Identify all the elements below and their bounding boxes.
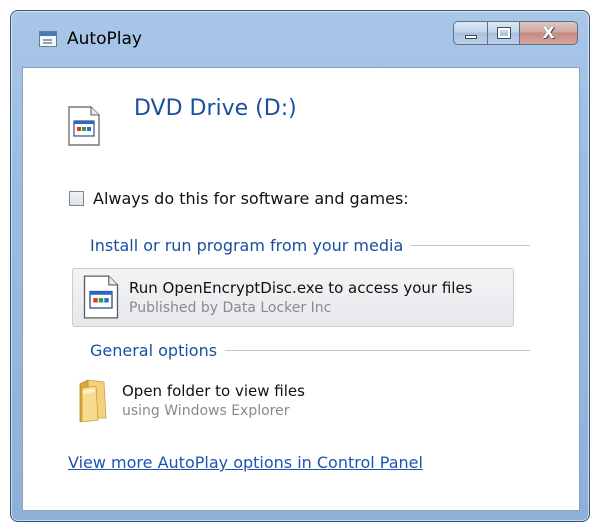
option-subtitle: using Windows Explorer	[122, 403, 290, 419]
option-text: Run OpenEncryptDisc.exe to access your f…	[129, 278, 473, 318]
section-header-install: Install or run program from your media	[90, 236, 530, 255]
section-header-general: General options	[90, 341, 530, 360]
option-subtitle: Published by Data Locker Inc	[129, 300, 332, 316]
maximize-button[interactable]	[488, 21, 520, 45]
close-icon: X	[542, 23, 555, 42]
window-title: AutoPlay	[67, 29, 142, 49]
option-title: Open folder to view files	[122, 382, 305, 400]
title-bar[interactable]: AutoPlay X	[11, 11, 589, 59]
folder-icon	[79, 379, 107, 422]
section-divider	[411, 245, 530, 246]
option-title: Run OpenEncryptDisc.exe to access your f…	[129, 279, 473, 297]
always-do-this-row[interactable]: Always do this for software and games:	[69, 189, 409, 208]
option-run-program[interactable]: Run OpenEncryptDisc.exe to access your f…	[72, 268, 514, 327]
minimize-button[interactable]	[453, 21, 488, 45]
autoplay-window: AutoPlay X	[10, 10, 590, 522]
caption-buttons: X	[453, 21, 578, 47]
option-text: Open folder to view files using Windows …	[122, 381, 305, 421]
maximize-icon	[497, 27, 511, 39]
top-background	[0, 0, 596, 10]
always-checkbox[interactable]	[69, 191, 84, 206]
minimize-icon	[465, 35, 477, 39]
program-window-icon	[83, 275, 119, 319]
section-header-text: General options	[90, 341, 218, 360]
control-panel-link[interactable]: View more AutoPlay options in Control Pa…	[68, 453, 423, 472]
section-header-text: Install or run program from your media	[90, 236, 404, 255]
always-label: Always do this for software and games:	[93, 189, 409, 208]
window-icon	[39, 31, 57, 47]
option-open-folder[interactable]: Open folder to view files using Windows …	[72, 372, 514, 428]
program-window-icon	[68, 106, 100, 146]
device-name: DVD Drive (D:)	[134, 96, 297, 121]
section-divider	[225, 350, 530, 351]
close-button[interactable]: X	[520, 21, 578, 45]
